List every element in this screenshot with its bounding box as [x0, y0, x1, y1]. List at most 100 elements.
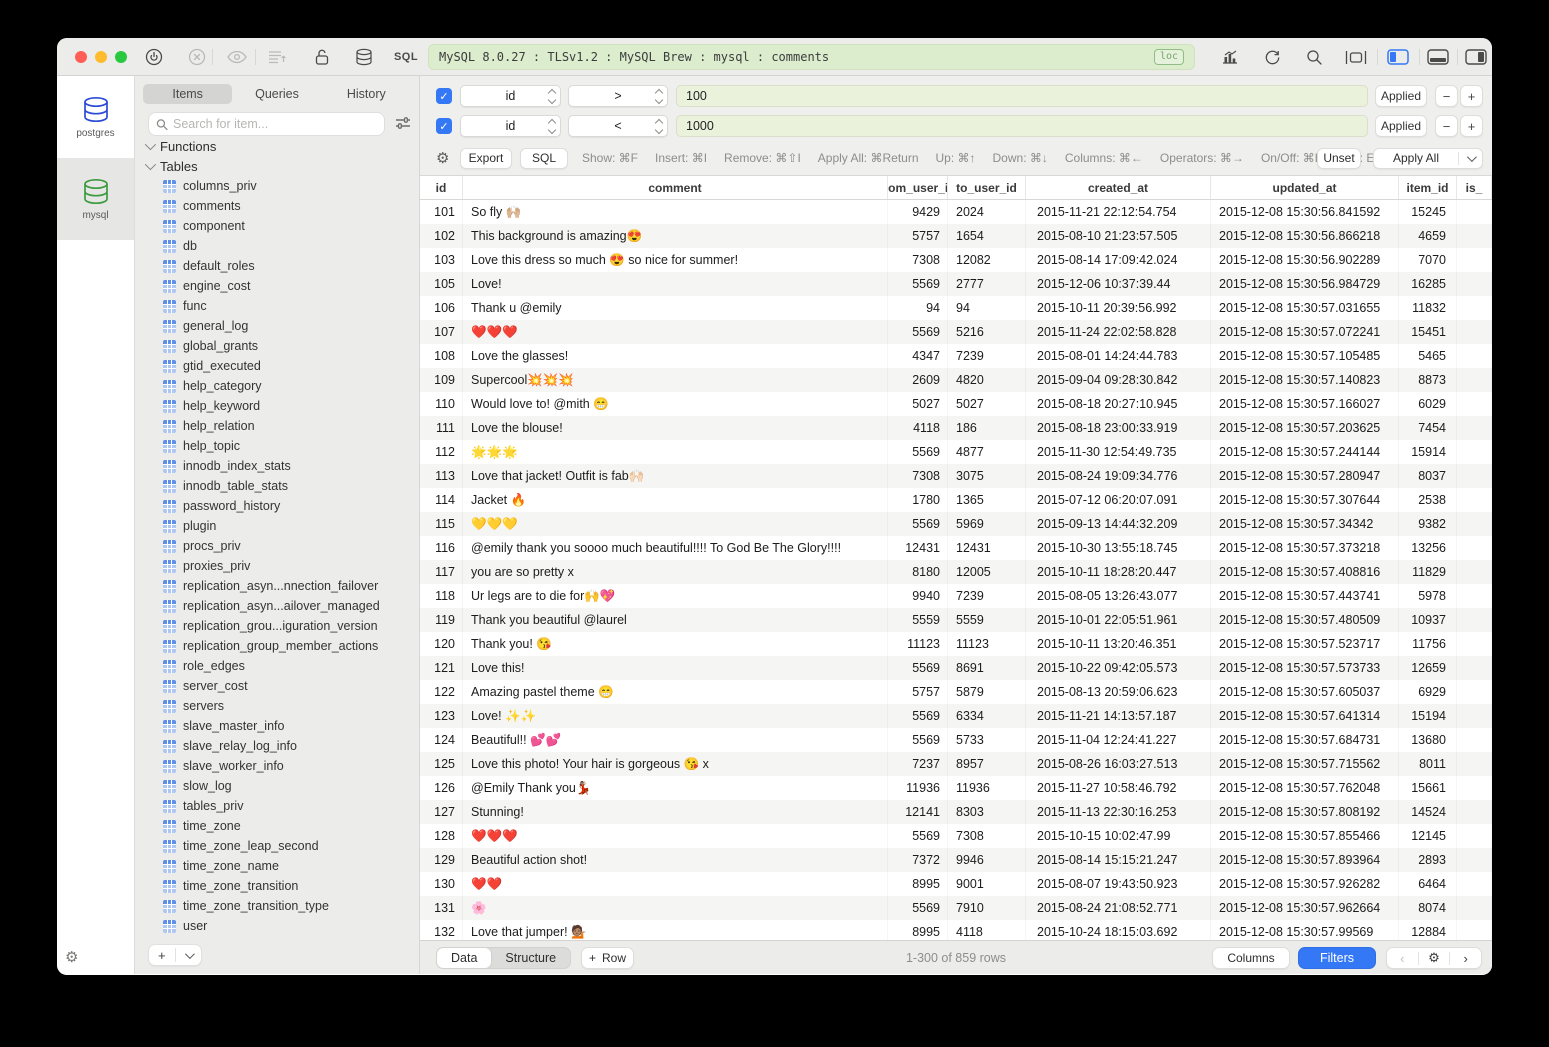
cell-from_user_id[interactable]: 7372: [888, 848, 948, 872]
cell-to_user_id[interactable]: 1365: [948, 488, 1026, 512]
cell-created_at[interactable]: 2015-11-30 12:54:49.735: [1026, 440, 1211, 464]
column-header-id[interactable]: id: [420, 176, 463, 199]
table-row[interactable]: 121Love this!556986912015-10-22 09:42:05…: [420, 656, 1492, 680]
cell-updated_at[interactable]: 2015-12-08 15:30:57.203625: [1211, 416, 1399, 440]
cell-created_at[interactable]: 2015-08-14 17:09:42.024: [1026, 248, 1211, 272]
cell-updated_at[interactable]: 2015-12-08 15:30:57.808192: [1211, 800, 1399, 824]
cell-comment[interactable]: Thank you! 😘: [463, 632, 888, 656]
cell-is_[interactable]: [1457, 416, 1492, 440]
filters-button[interactable]: Filters: [1298, 947, 1376, 969]
remove-filter-button[interactable]: −: [1435, 85, 1458, 107]
table-row[interactable]: 117you are so pretty x8180120052015-10-1…: [420, 560, 1492, 584]
cell-from_user_id[interactable]: 8995: [888, 872, 948, 896]
column-header-item_id[interactable]: item_id: [1399, 176, 1457, 199]
cell-created_at[interactable]: 2015-10-11 18:28:20.447: [1026, 560, 1211, 584]
cell-from_user_id[interactable]: 8180: [888, 560, 948, 584]
sql-button[interactable]: SQL: [520, 148, 568, 169]
cell-updated_at[interactable]: 2015-12-08 15:30:57.34342: [1211, 512, 1399, 536]
table-row[interactable]: 125Love this photo! Your hair is gorgeou…: [420, 752, 1492, 776]
add-filter-button[interactable]: +: [1460, 85, 1483, 107]
tab-history[interactable]: History: [322, 84, 411, 104]
sidebar-table-item[interactable]: slave_master_info: [135, 716, 419, 736]
cell-updated_at[interactable]: 2015-12-08 15:30:57.480509: [1211, 608, 1399, 632]
cell-item_id[interactable]: 14524: [1399, 800, 1457, 824]
cell-created_at[interactable]: 2015-09-13 14:44:32.209: [1026, 512, 1211, 536]
column-header-to_user_id[interactable]: to_user_id: [948, 176, 1026, 199]
cell-is_[interactable]: [1457, 896, 1492, 920]
cell-item_id[interactable]: 12659: [1399, 656, 1457, 680]
sidebar-table-item[interactable]: procs_priv: [135, 536, 419, 556]
cell-comment[interactable]: So fly 🙌🏼: [463, 200, 888, 224]
table-row[interactable]: 124Beautiful!! 💕💕556957332015-11-04 12:2…: [420, 728, 1492, 752]
cell-updated_at[interactable]: 2015-12-08 15:30:56.841592: [1211, 200, 1399, 224]
cell-from_user_id[interactable]: 12141: [888, 800, 948, 824]
cell-id[interactable]: 123: [420, 704, 463, 728]
cell-updated_at[interactable]: 2015-12-08 15:30:57.031655: [1211, 296, 1399, 320]
cell-item_id[interactable]: 6929: [1399, 680, 1457, 704]
cell-to_user_id[interactable]: 5559: [948, 608, 1026, 632]
column-header-from_user_id[interactable]: from_user_id: [888, 176, 948, 199]
next-page-button[interactable]: ›: [1450, 951, 1481, 966]
cell-from_user_id[interactable]: 5569: [888, 320, 948, 344]
cell-from_user_id[interactable]: 2609: [888, 368, 948, 392]
cell-created_at[interactable]: 2015-08-05 13:26:43.077: [1026, 584, 1211, 608]
columns-button[interactable]: Columns: [1212, 947, 1290, 969]
cell-to_user_id[interactable]: 5027: [948, 392, 1026, 416]
cell-is_[interactable]: [1457, 224, 1492, 248]
cell-item_id[interactable]: 11832: [1399, 296, 1457, 320]
filter-status-badge[interactable]: Applied: [1375, 85, 1427, 107]
cell-id[interactable]: 120: [420, 632, 463, 656]
cell-to_user_id[interactable]: 3075: [948, 464, 1026, 488]
toggle-bottom-panel-icon[interactable]: [1427, 46, 1449, 68]
cell-from_user_id[interactable]: 4118: [888, 416, 948, 440]
cell-is_[interactable]: [1457, 704, 1492, 728]
cell-updated_at[interactable]: 2015-12-08 15:30:57.99569: [1211, 920, 1399, 940]
cell-comment[interactable]: Love that jumper! 💁🏽: [463, 920, 888, 940]
cell-is_[interactable]: [1457, 440, 1492, 464]
cell-to_user_id[interactable]: 9946: [948, 848, 1026, 872]
table-row[interactable]: 112🌟🌟🌟556948772015-11-30 12:54:49.735201…: [420, 440, 1492, 464]
cell-id[interactable]: 126: [420, 776, 463, 800]
cell-is_[interactable]: [1457, 608, 1492, 632]
cell-comment[interactable]: 🌸: [463, 896, 888, 920]
cell-comment[interactable]: Love the glasses!: [463, 344, 888, 368]
cell-updated_at[interactable]: 2015-12-08 15:30:57.140823: [1211, 368, 1399, 392]
cell-item_id[interactable]: 7070: [1399, 248, 1457, 272]
cell-is_[interactable]: [1457, 728, 1492, 752]
table-row[interactable]: 120Thank you! 😘11123111232015-10-11 13:2…: [420, 632, 1492, 656]
table-row[interactable]: 116@emily thank you soooo much beautiful…: [420, 536, 1492, 560]
cell-comment[interactable]: Would love to! @mith 😁: [463, 392, 888, 416]
refresh-icon[interactable]: [1261, 46, 1283, 68]
cell-updated_at[interactable]: 2015-12-08 15:30:57.962664: [1211, 896, 1399, 920]
cell-to_user_id[interactable]: 7239: [948, 584, 1026, 608]
cell-from_user_id[interactable]: 11123: [888, 632, 948, 656]
cell-to_user_id[interactable]: 8303: [948, 800, 1026, 824]
cell-comment[interactable]: Jacket 🔥: [463, 488, 888, 512]
filter-field-select[interactable]: id: [460, 85, 561, 107]
cell-id[interactable]: 130: [420, 872, 463, 896]
cell-id[interactable]: 114: [420, 488, 463, 512]
filter-value-input[interactable]: [676, 115, 1368, 137]
table-row[interactable]: 114Jacket 🔥178013652015-07-12 06:20:07.0…: [420, 488, 1492, 512]
table-row[interactable]: 105Love!556927772015-12-06 10:37:39.4420…: [420, 272, 1492, 296]
sidebar-table-item[interactable]: server_cost: [135, 676, 419, 696]
cell-item_id[interactable]: 6464: [1399, 872, 1457, 896]
cell-is_[interactable]: [1457, 920, 1492, 940]
cell-updated_at[interactable]: 2015-12-08 15:30:57.926282: [1211, 872, 1399, 896]
cell-to_user_id[interactable]: 4877: [948, 440, 1026, 464]
lock-icon[interactable]: [311, 46, 333, 68]
cell-is_[interactable]: [1457, 800, 1492, 824]
cell-from_user_id[interactable]: 5569: [888, 440, 948, 464]
cell-is_[interactable]: [1457, 536, 1492, 560]
cell-to_user_id[interactable]: 186: [948, 416, 1026, 440]
table-row[interactable]: 110Would love to! @mith 😁502750272015-08…: [420, 392, 1492, 416]
cell-created_at[interactable]: 2015-11-24 22:02:58.828: [1026, 320, 1211, 344]
cell-from_user_id[interactable]: 5569: [888, 824, 948, 848]
stats-chart-icon[interactable]: [1219, 46, 1241, 68]
cell-comment[interactable]: Beautiful action shot!: [463, 848, 888, 872]
table-row[interactable]: 131🌸556979102015-08-24 21:08:52.7712015-…: [420, 896, 1492, 920]
sidebar-table-item[interactable]: proxies_priv: [135, 556, 419, 576]
filter-field-select[interactable]: id: [460, 115, 561, 137]
cell-created_at[interactable]: 2015-08-14 15:15:21.247: [1026, 848, 1211, 872]
cell-item_id[interactable]: 13256: [1399, 536, 1457, 560]
